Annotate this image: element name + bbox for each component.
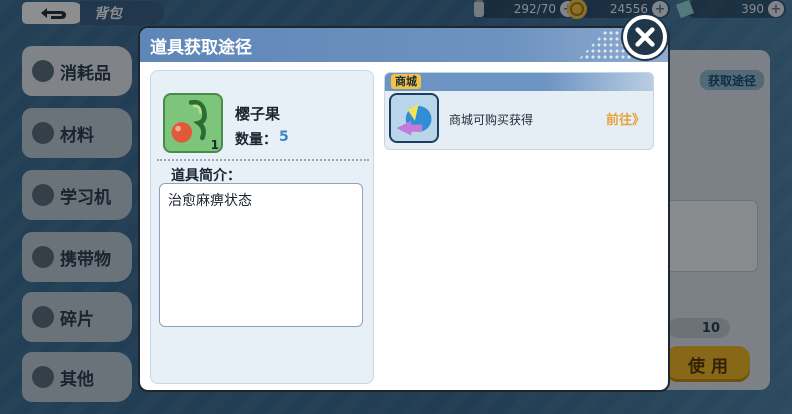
source-entry-shop[interactable]: 商城 商城可购买获得 前往》 bbox=[384, 72, 654, 150]
close-icon bbox=[635, 27, 655, 47]
quantity-label: 数量： bbox=[235, 132, 277, 148]
source-tag: 商城 bbox=[391, 74, 421, 89]
source-tag-bar bbox=[385, 73, 653, 91]
item-thumbnail: 1 bbox=[163, 93, 223, 153]
item-count-badge: 1 bbox=[210, 138, 219, 152]
dialog-header: 道具获取途径 bbox=[140, 28, 668, 62]
divider bbox=[157, 159, 369, 161]
goto-shop-link[interactable]: 前往》 bbox=[606, 109, 645, 128]
shop-icon bbox=[389, 93, 439, 143]
item-name: 樱子果 bbox=[235, 105, 281, 123]
dialog-title: 道具获取途径 bbox=[150, 37, 252, 58]
shop-bag-icon bbox=[391, 95, 437, 141]
intro-text: 治愈麻痹状态 bbox=[159, 183, 363, 327]
close-dialog-button[interactable] bbox=[620, 14, 670, 60]
quantity-value: 5 bbox=[279, 129, 289, 145]
intro-label: 道具简介： bbox=[171, 168, 241, 184]
item-info-panel: 1 樱子果 数量： 5 道具简介： 治愈麻痹状态 bbox=[150, 70, 374, 384]
item-source-dialog: 道具获取途径 1 樱子果 数量： 5 道具简介： 治愈麻痹状态 商城 商城可购买… bbox=[138, 26, 670, 392]
source-description: 商城可购买获得 bbox=[449, 113, 534, 127]
